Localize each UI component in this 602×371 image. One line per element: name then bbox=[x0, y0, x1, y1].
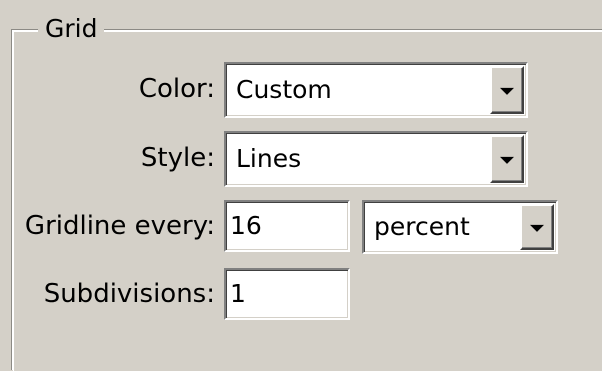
gridline-unit-select[interactable]: percent bbox=[362, 200, 558, 254]
subdivisions-label: Subdivisions: bbox=[43, 279, 215, 309]
color-select[interactable]: Custom bbox=[224, 62, 528, 118]
style-select-value: Lines bbox=[236, 144, 302, 173]
style-dropdown-button[interactable] bbox=[490, 135, 524, 183]
chevron-down-icon bbox=[530, 224, 544, 232]
subdivisions-input[interactable]: 1 bbox=[224, 268, 350, 320]
gridline-every-input[interactable]: 16 bbox=[224, 200, 350, 252]
chevron-down-icon bbox=[500, 87, 514, 95]
style-label: Style: bbox=[140, 143, 215, 173]
grid-settings-panel: Grid Color: Custom Style: Lines Gridline… bbox=[0, 0, 602, 370]
chevron-down-icon bbox=[500, 156, 514, 164]
gridline-every-value: 16 bbox=[230, 211, 262, 240]
color-dropdown-button[interactable] bbox=[490, 66, 524, 114]
gridline-unit-value: percent bbox=[374, 212, 470, 241]
gridline-unit-dropdown-button[interactable] bbox=[520, 204, 554, 250]
color-select-value: Custom bbox=[236, 75, 332, 104]
gridline-every-label: Gridline every: bbox=[24, 211, 215, 241]
subdivisions-value: 1 bbox=[230, 279, 246, 308]
style-select[interactable]: Lines bbox=[224, 131, 528, 187]
grid-group-title: Grid bbox=[38, 14, 105, 44]
color-label: Color: bbox=[138, 74, 215, 104]
